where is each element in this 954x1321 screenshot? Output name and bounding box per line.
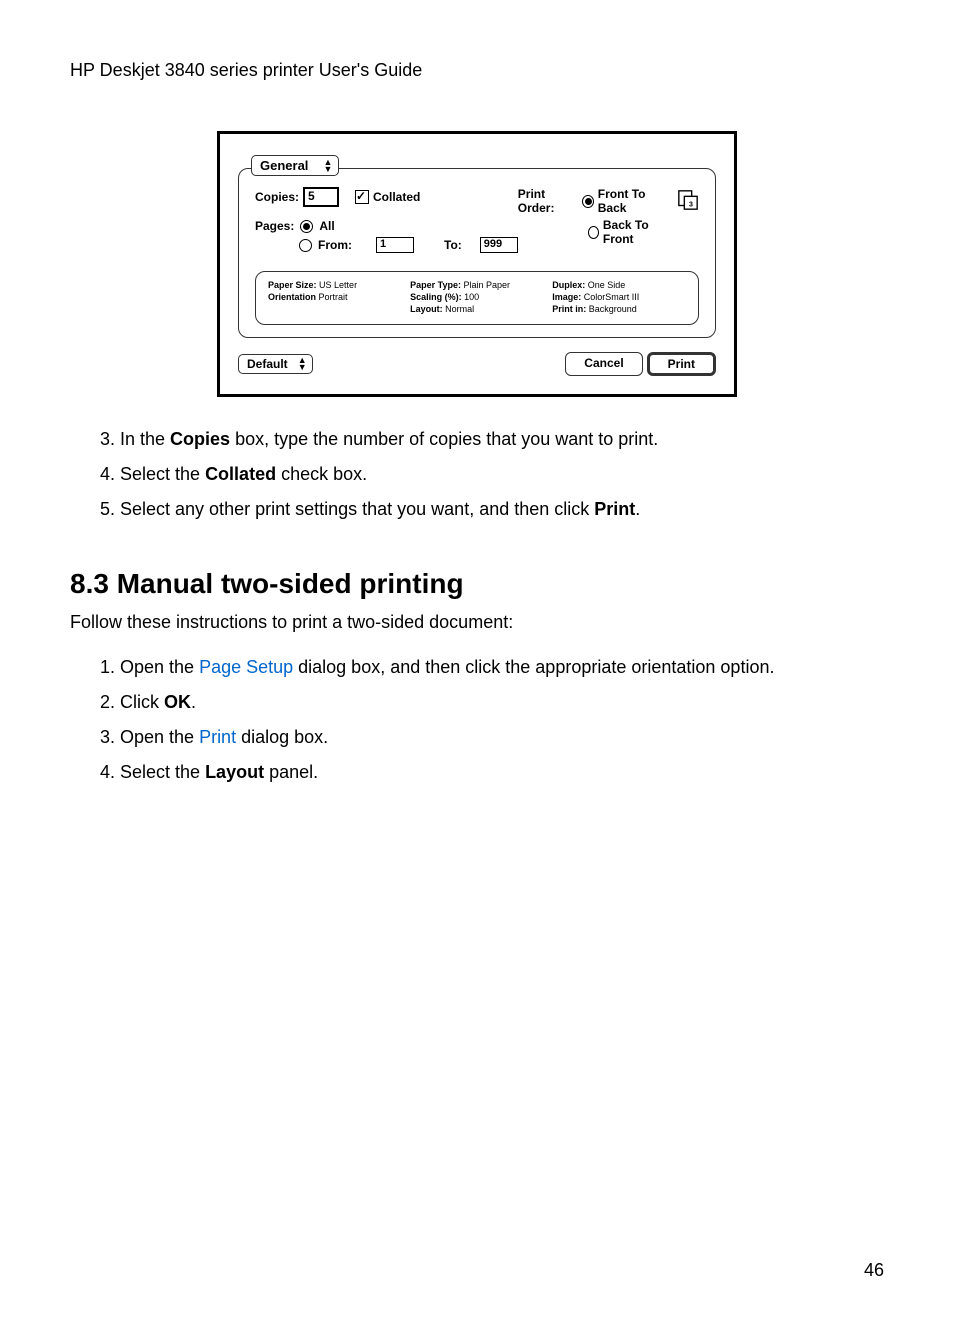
print-link[interactable]: Print — [199, 727, 236, 747]
list-item: Select the Layout panel. — [120, 760, 884, 785]
print-order-label: Print Order: — [518, 187, 578, 215]
print-dialog: General ▲▼ Copies: 5 Collated Pages: — [217, 131, 737, 397]
list-item: Open the Page Setup dialog box, and then… — [120, 655, 884, 680]
section-intro: Follow these instructions to print a two… — [70, 610, 884, 635]
instructions-a: In the Copies box, type the number of co… — [100, 427, 884, 523]
collated-label: Collated — [373, 190, 420, 204]
order-front-label: Front To Back — [598, 187, 669, 215]
default-dropdown[interactable]: Default ▲▼ — [238, 354, 313, 374]
list-item: Click OK. — [120, 690, 884, 715]
preview-icon[interactable]: 3 — [677, 189, 699, 214]
print-button[interactable]: Print — [647, 352, 716, 376]
instructions-b: Open the Page Setup dialog box, and then… — [100, 655, 884, 786]
updown-icon: ▲▼ — [324, 159, 333, 173]
collated-checkbox[interactable] — [355, 190, 369, 204]
summary-box: Paper Size: US Letter Orientation Portra… — [255, 271, 699, 325]
panel-selector[interactable]: General ▲▼ — [251, 155, 339, 176]
pages-all-radio[interactable] — [300, 220, 313, 233]
pages-to-input[interactable]: 999 — [480, 237, 518, 253]
page-header: HP Deskjet 3840 series printer User's Gu… — [70, 60, 884, 81]
panel-name: General — [260, 158, 308, 173]
list-item: Open the Print dialog box. — [120, 725, 884, 750]
list-item: Select any other print settings that you… — [120, 497, 884, 522]
pages-all-label: All — [319, 219, 334, 233]
pages-from-label: From: — [318, 238, 352, 252]
pages-label: Pages: — [255, 219, 294, 233]
list-item: Select the Collated check box. — [120, 462, 884, 487]
page-number: 46 — [864, 1260, 884, 1281]
updown-icon: ▲▼ — [298, 357, 307, 371]
list-item: In the Copies box, type the number of co… — [120, 427, 884, 452]
order-back-radio[interactable] — [588, 226, 599, 239]
copies-label: Copies: — [255, 190, 299, 204]
section-heading: 8.3 Manual two-sided printing — [70, 568, 884, 600]
pages-to-label: To: — [444, 238, 462, 252]
dialog-fieldset: General ▲▼ Copies: 5 Collated Pages: — [238, 168, 716, 338]
svg-text:3: 3 — [689, 199, 693, 208]
cancel-button[interactable]: Cancel — [565, 352, 642, 376]
order-back-label: Back To Front — [603, 218, 669, 246]
pages-from-radio[interactable] — [299, 239, 312, 252]
pages-from-input[interactable]: 1 — [376, 237, 414, 253]
page-setup-link[interactable]: Page Setup — [199, 657, 293, 677]
order-front-radio[interactable] — [582, 195, 594, 208]
copies-input[interactable]: 5 — [303, 187, 339, 207]
